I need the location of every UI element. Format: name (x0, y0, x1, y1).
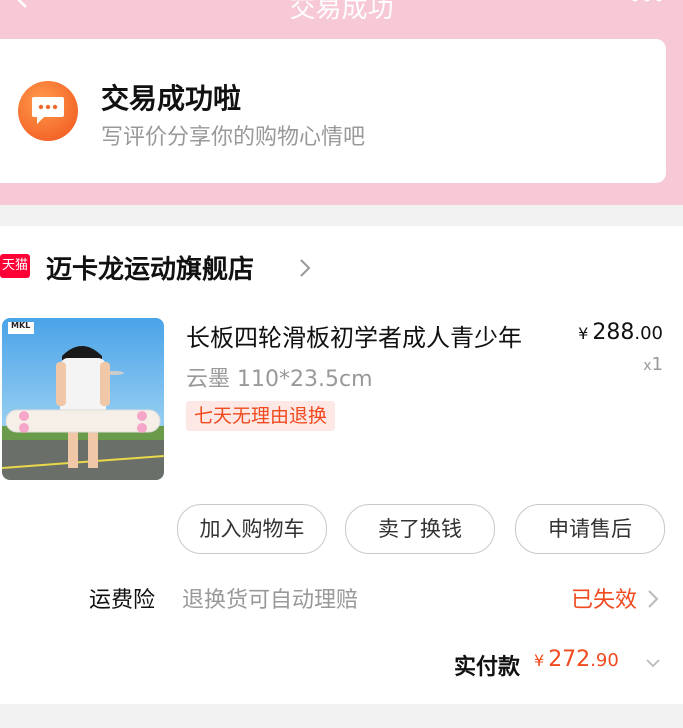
add-to-cart-button[interactable]: 加入购物车 (177, 504, 327, 554)
chevron-right-icon[interactable] (647, 589, 659, 609)
tmall-badge: 天猫 (0, 254, 30, 278)
shop-name[interactable]: 迈卡龙运动旗舰店 (46, 249, 254, 286)
quantity-x: x (643, 358, 652, 374)
chevron-down-icon[interactable] (645, 658, 661, 668)
currency-symbol: ¥ (534, 651, 545, 670)
header-background: 交易成功 交易成功啦 写评价分享你的购物心情吧 (0, 0, 683, 205)
product-spec: 云墨 110*23.5cm (186, 367, 373, 392)
product-title[interactable]: 长板四轮滑板初学者成人青少年 (186, 318, 522, 353)
image-brand-text: MKL (11, 321, 31, 330)
more-icon[interactable] (627, 0, 667, 6)
shipping-insurance-desc: 退换货可自动理赔 (182, 588, 359, 613)
after-sale-button[interactable]: 申请售后 (515, 504, 665, 554)
status-card[interactable]: 交易成功啦 写评价分享你的购物心情吧 (0, 39, 666, 183)
shipping-insurance-status[interactable]: 已失效 (571, 582, 637, 614)
chat-bubble-icon (18, 81, 78, 141)
shipping-insurance-label: 运费险 (89, 588, 156, 613)
page-title: 交易成功 (289, 0, 394, 24)
status-title: 交易成功啦 (101, 82, 242, 115)
chevron-right-icon[interactable] (298, 257, 312, 279)
return-policy-badge: 七天无理由退换 (186, 401, 336, 431)
price-integer: 288 (592, 320, 635, 345)
resell-button[interactable]: 卖了换钱 (345, 504, 495, 554)
quantity-value: 1 (651, 354, 663, 375)
price-decimal: .00 (634, 323, 663, 344)
product-price: ¥288.00 (578, 320, 663, 345)
product-image[interactable]: MKL (2, 318, 164, 480)
paid-amount-integer: 272 (548, 647, 591, 672)
paid-amount-decimal: .90 (590, 650, 619, 671)
paid-amount-label: 实付款 (454, 655, 521, 680)
product-quantity: x1 (643, 354, 663, 375)
status-subtitle: 写评价分享你的购物心情吧 (101, 125, 366, 150)
order-card: 天猫 迈卡龙运动旗舰店 MKL 长板四轮滑板初学者成人青少年 云墨 110*23… (0, 226, 683, 704)
currency-symbol: ¥ (578, 324, 589, 343)
paid-amount: ¥272.90 (534, 647, 619, 672)
